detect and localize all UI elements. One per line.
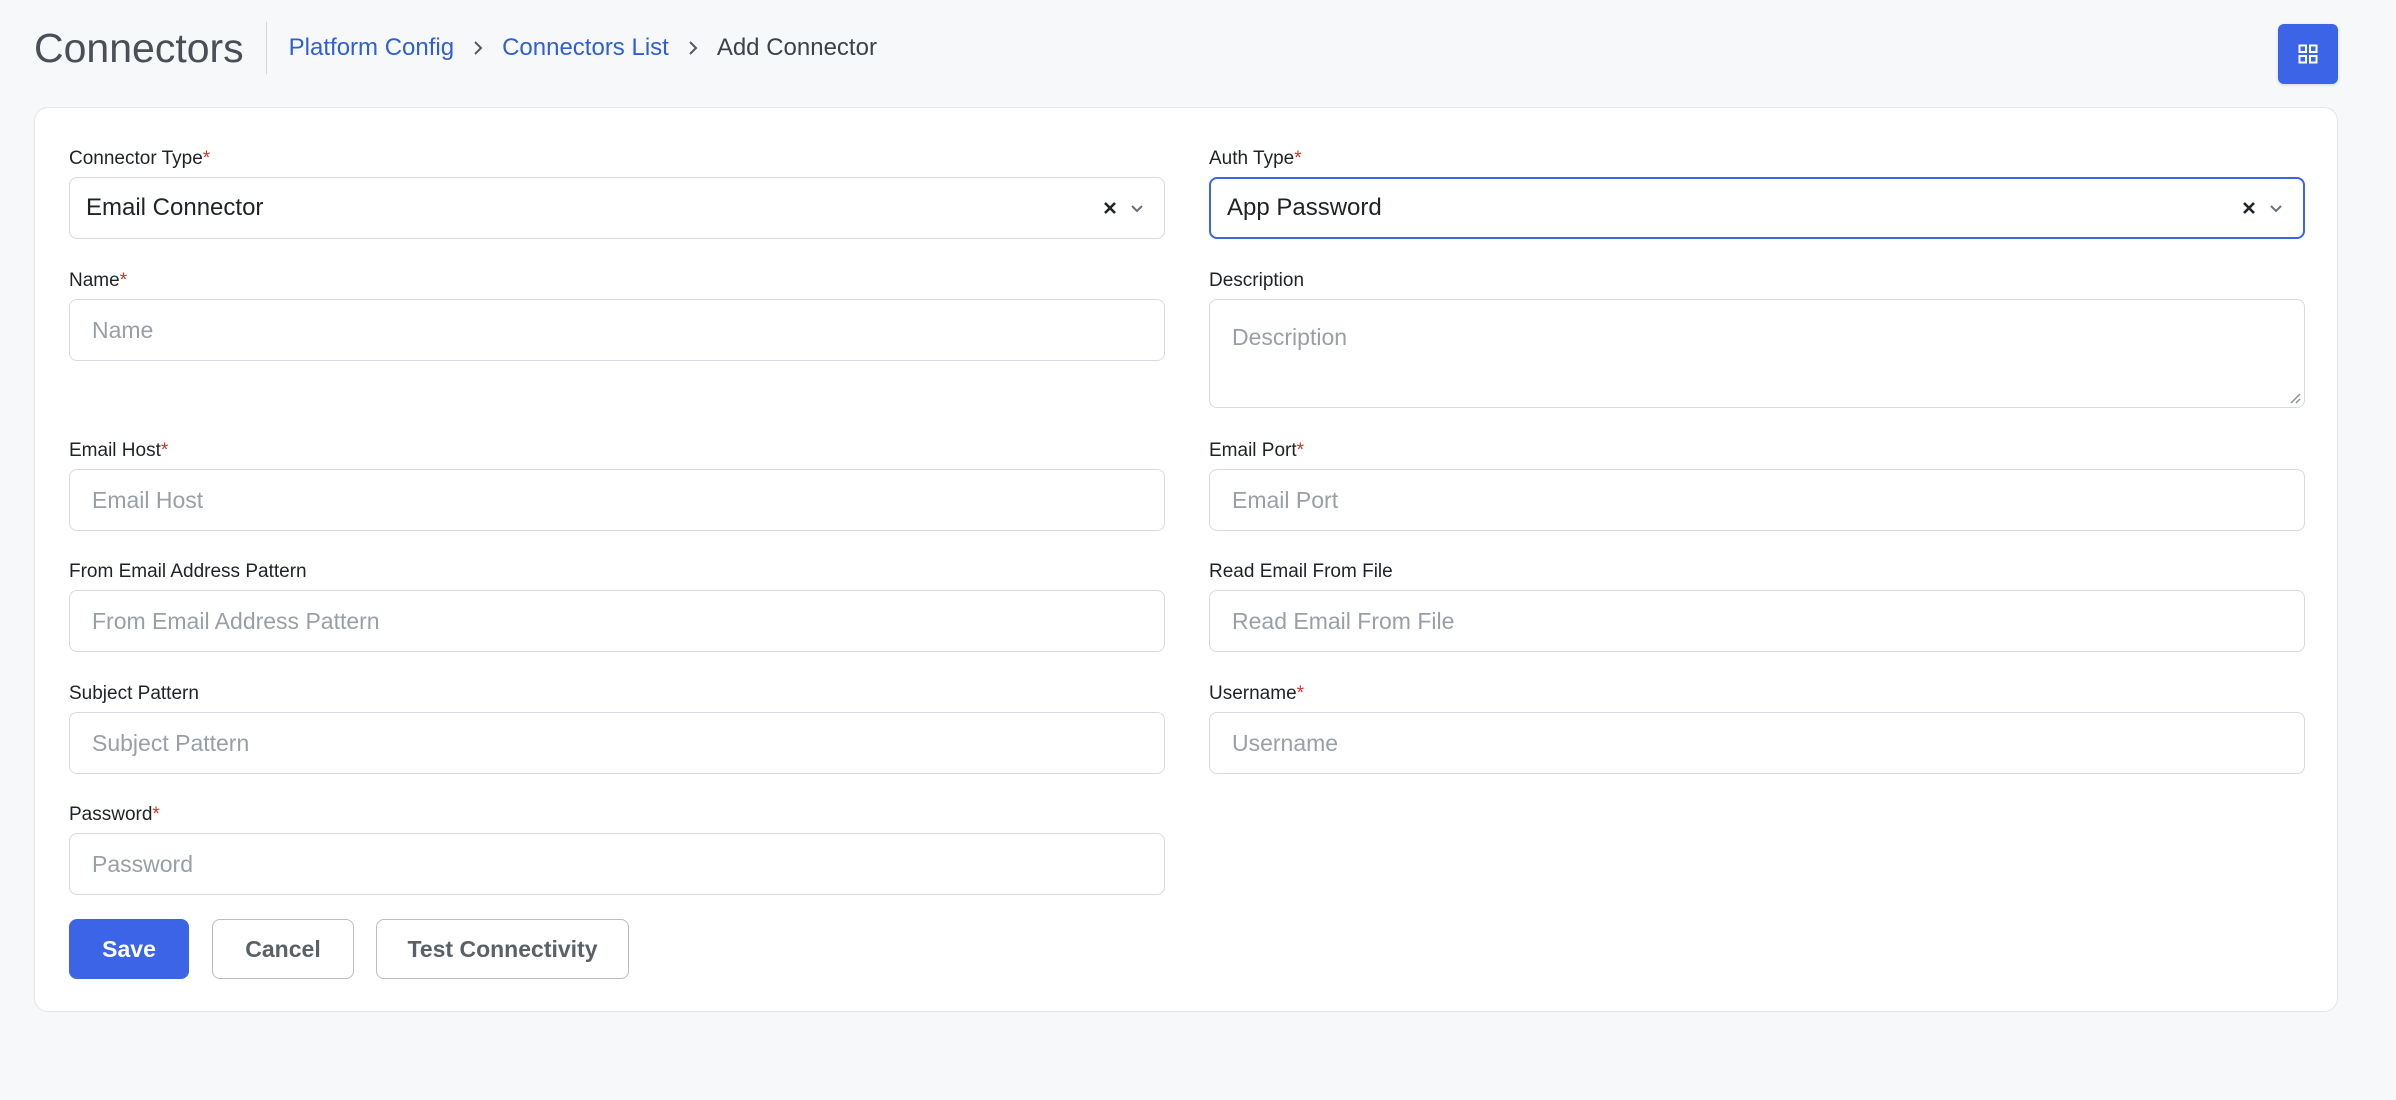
from-pattern-input[interactable]: From Email Address Pattern [69, 590, 1165, 652]
required-marker: * [119, 270, 128, 291]
email-host-placeholder: Email Host [92, 486, 204, 513]
save-button[interactable]: Save [69, 919, 189, 979]
page-title: Connectors [34, 22, 267, 74]
apps-menu-button[interactable] [2278, 24, 2338, 84]
required-marker: * [202, 148, 211, 169]
email-host-field: Email Host* Email Host [69, 439, 1165, 531]
email-port-label: Email Port [1209, 440, 1297, 461]
test-connectivity-button[interactable]: Test Connectivity [376, 919, 629, 979]
username-placeholder: Username [1232, 729, 1339, 756]
description-textarea[interactable]: Description [1209, 299, 2305, 408]
chevron-right-icon [689, 41, 698, 55]
required-marker: * [1296, 683, 1305, 704]
username-label: Username [1209, 683, 1297, 704]
email-port-field: Email Port* Email Port [1209, 439, 2305, 531]
name-field: Name* Name [69, 269, 1165, 361]
close-icon[interactable] [2241, 200, 2257, 216]
description-placeholder: Description [1232, 324, 1348, 350]
description-field: Description Description [1209, 269, 2305, 408]
email-host-input[interactable]: Email Host [69, 469, 1165, 531]
connector-type-field: Connector Type* Email Connector [69, 147, 1165, 239]
name-label: Name [69, 270, 120, 291]
auth-type-select[interactable]: App Password [1209, 177, 2305, 239]
auth-type-label: Auth Type [1209, 148, 1295, 169]
read-from-file-label: Read Email From File [1209, 561, 1393, 582]
subject-pattern-field: Subject Pattern Subject Pattern [69, 682, 1165, 774]
read-from-file-input[interactable]: Read Email From File [1209, 590, 2305, 652]
auth-type-field: Auth Type* App Password [1209, 147, 2305, 239]
page-header: Connectors Platform Config Connectors Li… [34, 22, 877, 74]
email-port-placeholder: Email Port [1232, 486, 1339, 513]
breadcrumb-connectors-list[interactable]: Connectors List [502, 34, 669, 62]
read-from-file-field: Read Email From File Read Email From Fil… [1209, 560, 2305, 652]
password-label: Password [69, 804, 153, 825]
required-marker: * [152, 804, 160, 825]
name-input[interactable]: Name [69, 299, 1165, 361]
cancel-button[interactable]: Cancel [212, 919, 354, 979]
breadcrumb: Platform Config Connectors List Add Conn… [289, 34, 877, 62]
chevron-right-icon [474, 41, 483, 55]
name-placeholder: Name [92, 316, 154, 343]
grid-icon [2298, 44, 2318, 64]
auth-type-value: App Password [1227, 194, 1382, 221]
subject-pattern-label: Subject Pattern [69, 683, 199, 704]
connector-type-select[interactable]: Email Connector [69, 177, 1165, 239]
chevron-down-icon[interactable] [1128, 199, 1146, 217]
email-host-label: Email Host [69, 440, 161, 461]
username-input[interactable]: Username [1209, 712, 2305, 774]
breadcrumb-add-connector: Add Connector [716, 34, 877, 61]
description-label: Description [1209, 270, 1305, 291]
required-marker: * [1296, 440, 1305, 461]
chevron-down-icon[interactable] [2267, 199, 2285, 217]
password-placeholder: Password [92, 850, 193, 877]
password-input[interactable]: Password [69, 833, 1165, 895]
close-icon[interactable] [1102, 200, 1118, 216]
subject-pattern-placeholder: Subject Pattern [92, 729, 250, 756]
resize-handle-icon[interactable] [2287, 390, 2301, 404]
from-pattern-placeholder: From Email Address Pattern [92, 607, 380, 634]
connector-type-value: Email Connector [86, 194, 264, 221]
connector-type-label: Connector Type [69, 148, 203, 169]
subject-pattern-input[interactable]: Subject Pattern [69, 712, 1165, 774]
username-field: Username* Username [1209, 682, 2305, 774]
required-marker: * [160, 440, 169, 461]
breadcrumb-platform-config[interactable]: Platform Config [289, 34, 454, 62]
read-from-file-placeholder: Read Email From File [1232, 607, 1455, 634]
password-field: Password* Password [69, 803, 1165, 895]
email-port-input[interactable]: Email Port [1209, 469, 2305, 531]
from-pattern-label: From Email Address Pattern [69, 561, 307, 582]
from-pattern-field: From Email Address Pattern From Email Ad… [69, 560, 1165, 652]
connector-form-card: Connector Type* Email Connector Auth Typ… [34, 107, 2338, 1012]
required-marker: * [1294, 148, 1302, 169]
